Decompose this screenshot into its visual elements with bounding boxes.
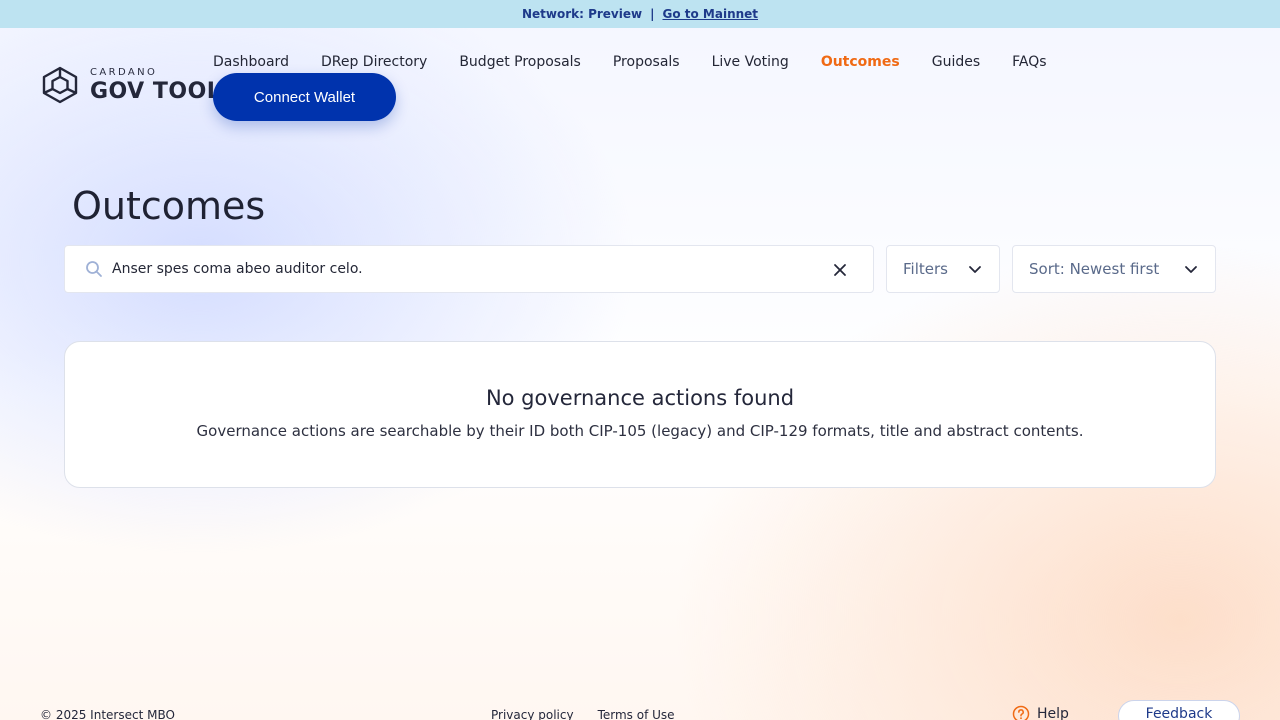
search-bar [64, 245, 874, 293]
footer: © 2025 Intersect MBO Privacy policy Term… [0, 700, 1280, 720]
filters-dropdown[interactable]: Filters [886, 245, 1000, 293]
connect-wallet-button[interactable]: Connect Wallet [213, 73, 396, 121]
brand-big-text: GOV TOOL [90, 78, 222, 104]
network-label: Network: Preview [521, 7, 643, 21]
help-label: Help [1037, 706, 1069, 720]
nav-item-proposals[interactable]: Proposals [613, 52, 680, 72]
nav-item-budget-proposals[interactable]: Budget Proposals [459, 52, 581, 72]
gov-tool-logo[interactable]: CARDANO GOV TOOL [40, 66, 221, 104]
nav-item-outcomes[interactable]: Outcomes [821, 52, 900, 72]
go-to-mainnet-link[interactable]: Go to Mainnet [662, 7, 758, 21]
search-input[interactable] [112, 254, 812, 284]
sort-label: Sort: Newest first [1029, 260, 1160, 278]
nav-item-dashboard[interactable]: Dashboard [213, 52, 289, 72]
question-circle-icon [1012, 705, 1030, 720]
main-nav: Dashboard DRep Directory Budget Proposal… [213, 52, 1079, 72]
close-icon[interactable] [831, 261, 849, 279]
help-link[interactable]: Help [1012, 705, 1069, 720]
chevron-down-icon [969, 266, 981, 273]
sort-dropdown[interactable]: Sort: Newest first [1012, 245, 1216, 293]
nav-item-faqs[interactable]: FAQs [1012, 52, 1046, 72]
page-title: Outcomes [72, 184, 266, 228]
empty-state-card: No governance actions found Governance a… [64, 341, 1216, 488]
footer-links: Privacy policy Terms of Use [491, 708, 699, 720]
cardano-hexagon-icon [42, 66, 78, 104]
feedback-button[interactable]: Feedback [1118, 700, 1240, 720]
search-icon [86, 261, 102, 277]
brand-small-text: CARDANO [90, 66, 158, 78]
empty-state-title: No governance actions found [485, 386, 795, 410]
chevron-down-icon [1185, 266, 1197, 273]
banner-separator: | [650, 7, 655, 21]
privacy-policy-link[interactable]: Privacy policy [491, 708, 574, 720]
copyright-text: © 2025 Intersect MBO [40, 708, 175, 720]
filters-label: Filters [903, 260, 948, 278]
network-banner: Network: Preview | Go to Mainnet [0, 0, 1280, 28]
empty-state-description: Governance actions are searchable by the… [196, 422, 1084, 440]
nav-item-guides[interactable]: Guides [932, 52, 980, 72]
terms-of-use-link[interactable]: Terms of Use [598, 708, 675, 720]
nav-item-drep-directory[interactable]: DRep Directory [321, 52, 427, 72]
nav-item-live-voting[interactable]: Live Voting [712, 52, 789, 72]
